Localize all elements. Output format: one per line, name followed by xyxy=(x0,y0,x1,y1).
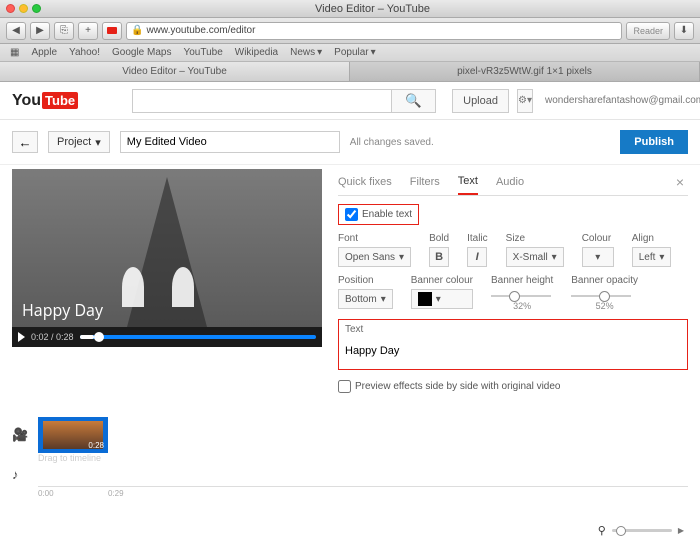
project-dropdown[interactable]: Project ▾ xyxy=(48,131,110,153)
back-project-button[interactable]: ← xyxy=(12,131,38,153)
search-button[interactable]: 🔍 xyxy=(392,89,436,113)
youtube-header: YouTube 🔍 Upload ⚙ ▾ wondersharefantasho… xyxy=(0,82,700,120)
text-label: Text xyxy=(345,324,681,335)
forward-button[interactable]: ▶ xyxy=(30,22,50,40)
zoom-indicator-icon: ▶ xyxy=(678,526,684,535)
share-button[interactable]: ⎘ xyxy=(54,22,74,40)
search-icon: 🔍 xyxy=(405,93,422,109)
overlay-text: Happy Day xyxy=(22,299,103,321)
italic-label: Italic xyxy=(467,233,488,244)
colour-swatch-icon xyxy=(418,292,432,306)
timeline-clip[interactable]: 0:28 xyxy=(38,417,108,453)
add-bookmark-button[interactable]: + xyxy=(78,22,98,40)
align-label: Align xyxy=(632,233,672,244)
preview-checkbox[interactable] xyxy=(338,380,351,393)
site-favicon-button[interactable] xyxy=(102,22,122,40)
publish-button[interactable]: Publish xyxy=(620,130,688,154)
youtube-favicon-icon xyxy=(107,27,117,34)
enable-text-input[interactable] xyxy=(345,208,358,221)
tab-quickfixes[interactable]: Quick fixes xyxy=(338,170,392,194)
position-label: Position xyxy=(338,275,393,286)
tab-text[interactable]: Text xyxy=(458,169,478,195)
browser-toolbar: ◀ ▶ ⎘ + 🔒 www.youtube.com/editor Reader … xyxy=(0,18,700,44)
zoom-slider[interactable] xyxy=(612,529,672,532)
bookmark-item[interactable]: News ▾ xyxy=(290,47,322,58)
tab-audio[interactable]: Audio xyxy=(496,170,524,194)
minimize-window-icon[interactable] xyxy=(19,4,28,13)
window-titlebar: Video Editor – YouTube xyxy=(0,0,700,18)
font-label: Font xyxy=(338,233,411,244)
browser-tab[interactable]: Video Editor – YouTube xyxy=(0,62,350,81)
url-bar[interactable]: 🔒 www.youtube.com/editor xyxy=(126,22,622,40)
audio-track-icon: ♪ xyxy=(12,467,28,482)
project-bar: ← Project ▾ All changes saved. Publish xyxy=(0,120,700,165)
video-controls: 0:02 / 0:28 xyxy=(12,327,322,347)
banner-height-label: Banner height xyxy=(491,275,553,286)
colour-label: Colour xyxy=(582,233,614,244)
edit-tabs: Quick fixes Filters Text Audio × xyxy=(338,169,688,196)
window-title: Video Editor – YouTube xyxy=(51,3,694,15)
text-input-group: Text xyxy=(338,319,688,370)
magnifier-icon: ⚲ xyxy=(598,524,606,537)
align-dropdown[interactable]: Left ▾ xyxy=(632,247,672,267)
colour-dropdown[interactable]: ▾ xyxy=(582,247,614,267)
settings-button[interactable]: ⚙ ▾ xyxy=(517,89,533,113)
italic-button[interactable]: I xyxy=(467,247,487,267)
banner-opacity-slider[interactable] xyxy=(571,295,631,297)
url-text: www.youtube.com/editor xyxy=(146,25,255,36)
tab-filters[interactable]: Filters xyxy=(410,170,440,194)
font-dropdown[interactable]: Open Sans ▾ xyxy=(338,247,411,267)
chevron-down-icon: ▾ xyxy=(95,136,101,149)
bookmark-item[interactable]: YouTube xyxy=(183,47,222,58)
close-panel-icon[interactable]: × xyxy=(672,170,688,194)
overlay-text-input[interactable] xyxy=(345,337,681,365)
bookmark-item[interactable]: Apple xyxy=(31,47,57,58)
video-track-icon: 🎥 xyxy=(12,427,28,443)
upload-button[interactable]: Upload xyxy=(452,89,509,113)
user-email[interactable]: wondersharefantashow@gmail.com xyxy=(545,95,700,106)
video-preview[interactable]: Happy Day 0:02 / 0:28 xyxy=(12,169,322,347)
bold-button[interactable]: B xyxy=(429,247,449,267)
banner-colour-dropdown[interactable]: ▾ xyxy=(411,289,473,309)
video-time: 0:02 / 0:28 xyxy=(31,332,74,342)
zoom-control: ⚲ ▶ xyxy=(0,520,700,547)
play-icon[interactable] xyxy=(18,332,25,342)
bookmarks-bar: ▦ Apple Yahoo! Google Maps YouTube Wikip… xyxy=(0,44,700,62)
bookmark-item[interactable]: Popular ▾ xyxy=(334,47,376,58)
bookmark-item[interactable]: Wikipedia xyxy=(235,47,278,58)
size-dropdown[interactable]: X-Small ▾ xyxy=(506,247,564,267)
timeline: 🎥 0:28 Drag to timeline ♪ 0:00 0:29 xyxy=(0,411,700,520)
position-dropdown[interactable]: Bottom ▾ xyxy=(338,289,393,309)
bookmark-item[interactable]: Yahoo! xyxy=(69,47,100,58)
project-title-input[interactable] xyxy=(120,131,340,153)
zoom-window-icon[interactable] xyxy=(32,4,41,13)
drag-hint: Drag to timeline xyxy=(38,453,688,463)
save-status: All changes saved. xyxy=(350,137,434,148)
banner-colour-label: Banner colour xyxy=(411,275,473,286)
preview-side-by-side[interactable]: Preview effects side by side with origin… xyxy=(338,380,688,393)
close-window-icon[interactable] xyxy=(6,4,15,13)
bold-label: Bold xyxy=(429,233,449,244)
gear-icon: ⚙ xyxy=(518,95,527,106)
downloads-button[interactable]: ⬇ xyxy=(674,22,694,40)
banner-opacity-label: Banner opacity xyxy=(571,275,638,286)
search-input[interactable] xyxy=(132,89,392,113)
timeline-ruler[interactable]: 0:00 0:29 xyxy=(38,486,688,502)
https-lock-icon: 🔒 xyxy=(131,25,143,36)
size-label: Size xyxy=(506,233,564,244)
browser-tabs: Video Editor – YouTube pixel-vR3z5WtW.gi… xyxy=(0,62,700,82)
seek-bar[interactable] xyxy=(80,335,316,339)
browser-tab[interactable]: pixel-vR3z5WtW.gif 1×1 pixels xyxy=(350,62,700,81)
bookmarks-menu-icon[interactable]: ▦ xyxy=(10,47,19,58)
reader-button[interactable]: Reader xyxy=(626,22,670,40)
text-panel: Enable text Font Open Sans ▾ Bold B Ital… xyxy=(338,196,688,401)
youtube-logo[interactable]: YouTube xyxy=(12,92,78,110)
clip-duration: 0:28 xyxy=(88,441,104,450)
back-button[interactable]: ◀ xyxy=(6,22,26,40)
banner-height-slider[interactable] xyxy=(491,295,551,297)
traffic-lights[interactable] xyxy=(6,4,41,13)
enable-text-checkbox[interactable]: Enable text xyxy=(338,204,419,225)
bookmark-item[interactable]: Google Maps xyxy=(112,47,171,58)
